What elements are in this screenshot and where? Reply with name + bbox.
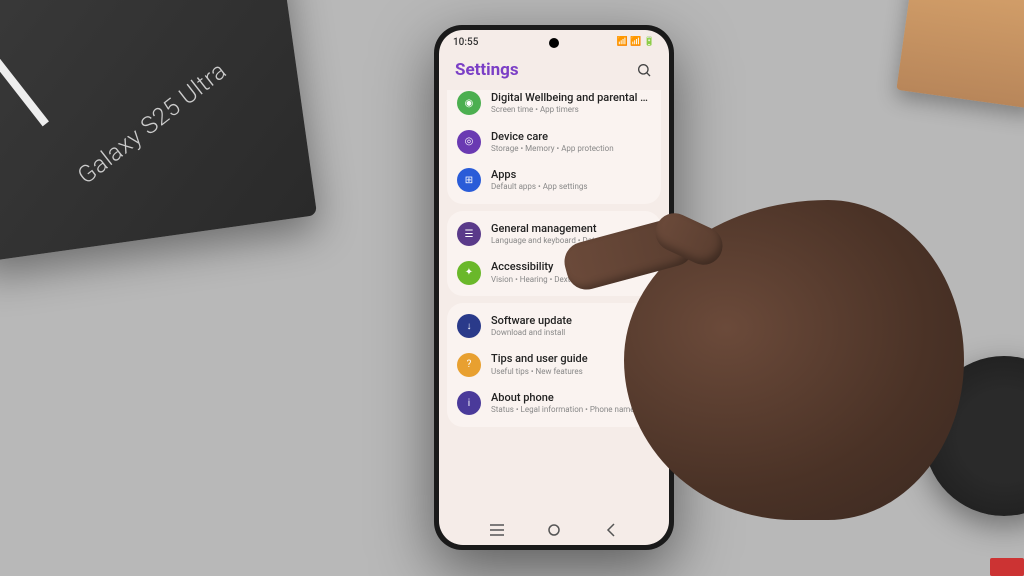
software-update-icon: ↓ <box>457 314 481 338</box>
item-subtitle: Storage • Memory • App protection <box>491 144 651 154</box>
nav-back[interactable] <box>601 520 621 540</box>
hand <box>624 200 964 520</box>
status-time: 10:55 <box>453 37 478 48</box>
item-subtitle: Default apps • App settings <box>491 182 651 192</box>
accessibility-icon: ✦ <box>457 261 481 285</box>
search-icon <box>636 62 652 78</box>
search-button[interactable] <box>635 61 653 79</box>
item-title: Digital Wellbeing and parental controls <box>491 91 651 104</box>
digital-wellbeing-icon: ◉ <box>457 91 481 115</box>
product-box-label: Galaxy S25 Ultra <box>73 56 233 189</box>
item-title: Apps <box>491 168 651 181</box>
settings-item-apps[interactable]: ⊞ AppsDefault apps • App settings <box>447 161 661 200</box>
item-text: Digital Wellbeing and parental controlsS… <box>491 91 651 116</box>
box-stripe <box>0 27 49 126</box>
status-indicators: 📶 📶 🔋 <box>617 37 655 47</box>
page-title: Settings <box>455 60 519 80</box>
phone-frame: 10:55 📶 📶 🔋 Settings ◉ Digital Wellbeing … <box>434 25 674 550</box>
settings-item-digital-wellbeing[interactable]: ◉ Digital Wellbeing and parental controls… <box>447 90 661 123</box>
item-text: About phoneStatus • Legal information • … <box>491 391 651 416</box>
settings-header: Settings <box>439 54 669 90</box>
item-title: Device care <box>491 130 651 143</box>
item-subtitle: Screen time • App timers <box>491 105 651 115</box>
about-phone-icon: i <box>457 391 481 415</box>
general-management-icon: ☰ <box>457 222 481 246</box>
camera-punch-hole <box>549 38 559 48</box>
item-subtitle: Status • Legal information • Phone name <box>491 405 651 415</box>
wooden-object <box>896 0 1024 109</box>
apps-icon: ⊞ <box>457 168 481 192</box>
red-indicator <box>990 558 1024 576</box>
phone-screen: 10:55 📶 📶 🔋 Settings ◉ Digital Wellbeing … <box>439 30 669 545</box>
device-care-icon: ◎ <box>457 130 481 154</box>
tips-guide-icon: ? <box>457 353 481 377</box>
settings-list[interactable]: ◉ Digital Wellbeing and parental controls… <box>439 90 669 515</box>
item-title: Software update <box>491 314 651 327</box>
nav-bar <box>439 515 669 545</box>
nav-recents[interactable] <box>487 520 507 540</box>
product-box: Galaxy S25 Ultra <box>0 0 317 262</box>
nav-home[interactable] <box>544 520 564 540</box>
settings-item-device-care[interactable]: ◎ Device careStorage • Memory • App prote… <box>447 123 661 162</box>
settings-group: ◉ Digital Wellbeing and parental controls… <box>447 90 661 204</box>
item-text: AppsDefault apps • App settings <box>491 168 651 193</box>
item-text: Device careStorage • Memory • App protec… <box>491 130 651 155</box>
